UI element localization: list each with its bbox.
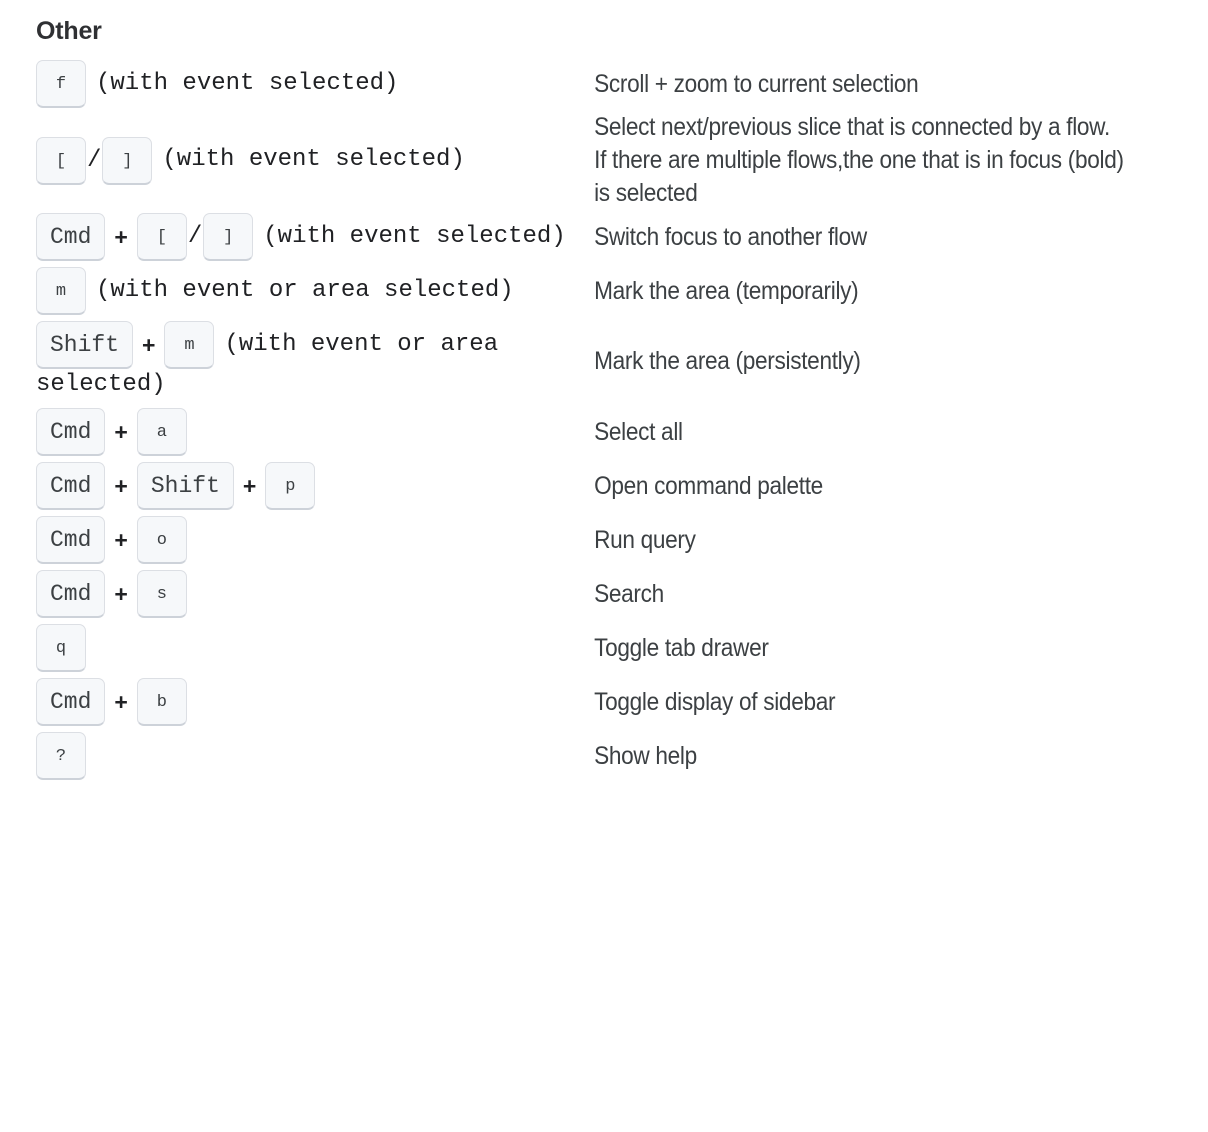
key-slash-separator: / [86, 149, 102, 173]
shortcut-description: Select all [576, 405, 1148, 459]
key-plus-separator: + [105, 475, 136, 498]
shortcut-keys-cell: Cmd+o [0, 513, 576, 567]
keycap[interactable]: ] [203, 213, 253, 261]
shortcut-row: Cmd+Shift+pOpen command palette [0, 459, 1208, 513]
shortcut-row: [/] (with event selected) Select next/prev… [0, 111, 1208, 210]
keycap[interactable]: [ [137, 213, 187, 261]
keycap[interactable]: [ [36, 137, 86, 185]
keycap[interactable]: Cmd [36, 462, 105, 510]
shortcut-keys-cell: Cmd+s [0, 567, 576, 621]
shortcut-description: Mark the area (temporarily) [576, 264, 1148, 318]
key-plus-separator: + [105, 529, 136, 552]
key-combination: [/] [36, 148, 152, 175]
shortcut-row: ? Show help [0, 729, 1208, 783]
keycap[interactable]: Cmd [36, 408, 105, 456]
shortcut-qualifier: (with event selected) [96, 70, 398, 97]
key-plus-separator: + [105, 226, 136, 249]
shortcut-description: Toggle tab drawer [576, 621, 1148, 675]
shortcut-keys-cell: Cmd+Shift+p [0, 459, 576, 513]
keycap[interactable]: a [137, 408, 187, 456]
key-combination: q [36, 636, 86, 663]
keycap[interactable]: q [36, 624, 86, 672]
shortcut-keys-cell: Shift+m(with event or area selected) [0, 318, 576, 405]
keycap[interactable]: ] [102, 137, 152, 185]
shortcut-row: Cmd+b Toggle display of sidebar [0, 675, 1208, 729]
shortcut-qualifier: (with event selected) [162, 146, 464, 173]
shortcut-keys-cell: f (with event selected) [0, 57, 576, 111]
key-plus-separator: + [133, 334, 164, 357]
keyboard-shortcuts-help-panel: Other f (with event selected) Scroll + zoo… [0, 0, 1208, 1132]
keycap[interactable]: Shift [137, 462, 234, 510]
key-plus-separator: + [105, 421, 136, 444]
keycap[interactable]: m [164, 321, 214, 369]
shortcut-description: Switch focus to another flow [576, 210, 1148, 264]
shortcut-description: Scroll + zoom to current selection [576, 57, 1148, 111]
key-slash-separator: / [187, 225, 203, 249]
shortcut-qualifier: (with event selected) [263, 223, 565, 250]
shortcut-keys-cell: ? [0, 729, 576, 783]
shortcut-row: Cmd+[/] (with event selected) Switch focus… [0, 210, 1208, 264]
shortcut-row: Cmd+s Search [0, 567, 1208, 621]
keycap[interactable]: Cmd [36, 516, 105, 564]
key-combination: Cmd+b [36, 690, 187, 717]
shortcut-row: q Toggle tab drawer [0, 621, 1208, 675]
key-combination: Cmd+a [36, 420, 187, 447]
shortcut-keys-cell: Cmd+a [0, 405, 576, 459]
key-combination: m [36, 278, 86, 305]
key-combination: Cmd+[/] [36, 224, 253, 251]
keycap[interactable]: o [137, 516, 187, 564]
key-plus-separator: + [105, 691, 136, 714]
shortcut-keys-cell: [/] (with event selected) [0, 111, 576, 210]
section-heading-other: Other [36, 16, 102, 46]
key-combination: Cmd+o [36, 528, 187, 555]
shortcut-keys-cell: Cmd+[/] (with event selected) [0, 210, 576, 264]
keycap[interactable]: Cmd [36, 570, 105, 618]
shortcut-description: Run query [576, 513, 1148, 567]
keycap[interactable]: b [137, 678, 187, 726]
shortcut-description: Open command palette [576, 459, 1148, 513]
shortcut-row: m (with event or area selected) Mark the a… [0, 264, 1208, 318]
key-combination: f [36, 71, 86, 98]
shortcut-row: Shift+m(with event or area selected)Mark… [0, 318, 1208, 405]
shortcut-row: f (with event selected) Scroll + zoom to c… [0, 57, 1208, 111]
shortcuts-table: f (with event selected) Scroll + zoom to c… [0, 57, 1208, 783]
shortcut-row: Cmd+o Run query [0, 513, 1208, 567]
keycap[interactable]: Cmd [36, 678, 105, 726]
shortcuts-table-body: f (with event selected) Scroll + zoom to c… [0, 57, 1208, 783]
key-combination: Cmd+Shift+p [36, 474, 315, 501]
shortcut-description: Show help [576, 729, 1148, 783]
keycap[interactable]: p [265, 462, 315, 510]
keycap[interactable]: Shift [36, 321, 133, 369]
shortcut-keys-cell: Cmd+b [0, 675, 576, 729]
shortcut-keys-cell: m (with event or area selected) [0, 264, 576, 318]
key-combination: Cmd+s [36, 582, 187, 609]
shortcut-row: Cmd+a Select all [0, 405, 1208, 459]
shortcut-description: Toggle display of sidebar [576, 675, 1148, 729]
shortcut-qualifier: (with event or area selected) [96, 277, 514, 304]
key-plus-separator: + [105, 583, 136, 606]
keycap[interactable]: Cmd [36, 213, 105, 261]
shortcut-description: Mark the area (persistently) [576, 318, 1148, 405]
keycap[interactable]: s [137, 570, 187, 618]
keycap[interactable]: ? [36, 732, 86, 780]
keycap[interactable]: f [36, 60, 86, 108]
keycap[interactable]: m [36, 267, 86, 315]
key-combination: Shift+m [36, 332, 214, 359]
key-combination: ? [36, 744, 86, 771]
key-plus-separator: + [234, 475, 265, 498]
shortcut-keys-cell: q [0, 621, 576, 675]
shortcut-description: Search [576, 567, 1148, 621]
shortcut-description: Select next/previous slice that is conne… [576, 111, 1148, 210]
